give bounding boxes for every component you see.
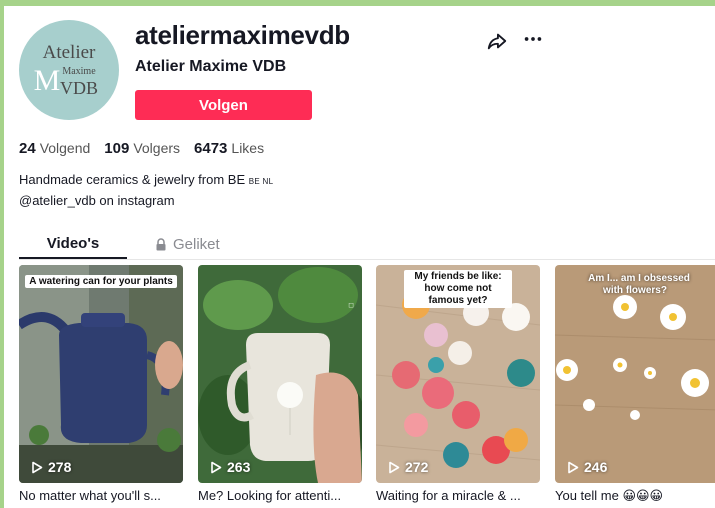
video-thumbnail-4[interactable]: Am I... am I obsessed with flowers? 246 xyxy=(555,265,715,483)
video-4-image xyxy=(555,265,715,483)
bio: Handmade ceramics & jewelry from BE BE N… xyxy=(19,170,273,210)
more-icon[interactable] xyxy=(522,28,544,50)
video-1-overlay: A watering can for your plants xyxy=(19,275,183,288)
avatar-text-vdb: VDB xyxy=(60,78,98,98)
video-thumbnail-1[interactable]: A watering can for your plants 278 xyxy=(19,265,183,483)
video-2-image xyxy=(198,265,362,483)
follow-button[interactable]: Volgen xyxy=(135,90,312,120)
avatar-text-atelier: Atelier xyxy=(43,42,96,63)
video-1-views: 278 xyxy=(31,459,71,475)
avatar-text-m: M xyxy=(34,64,61,97)
video-1-caption[interactable]: No matter what you'll s... xyxy=(19,488,187,503)
video-4-caption[interactable]: You tell me 😀😀😀 xyxy=(555,488,715,504)
following-count: 24 xyxy=(19,140,36,157)
tab-videos-label: Video's xyxy=(46,234,100,252)
likes-count: 6473 xyxy=(194,140,228,157)
video-2-caption[interactable]: Me? Looking for attenti... xyxy=(198,488,366,503)
profile-page: Atelier M Maxime VDB ateliermaximevdb At… xyxy=(4,6,715,508)
followers-stat[interactable]: 109 Volgers xyxy=(104,140,180,157)
bio-line1: Handmade ceramics & jewelry from BE xyxy=(19,172,246,187)
profile-tabs: Video's Geliket xyxy=(19,229,715,259)
play-icon xyxy=(568,461,579,473)
tab-videos[interactable]: Video's xyxy=(19,229,127,259)
username: ateliermaximevdb xyxy=(135,20,350,50)
following-stat[interactable]: 24 Volgend xyxy=(19,140,90,157)
video-3-overlay: My friends be like: how come not famous … xyxy=(376,270,540,308)
video-3-views: 272 xyxy=(388,459,428,475)
avatar-text-maxime: Maxime xyxy=(62,66,96,77)
share-icon[interactable] xyxy=(486,30,508,52)
lock-icon xyxy=(156,237,166,250)
video-1-image xyxy=(19,265,183,483)
video-2-watermark-icon: ◻ xyxy=(348,302,354,309)
likes-stat: 6473 Likes xyxy=(194,140,264,157)
nickname: Atelier Maxime VDB xyxy=(135,58,287,75)
tabs-divider xyxy=(19,259,715,260)
followers-label: Volgers xyxy=(133,140,181,156)
tab-liked[interactable]: Geliket xyxy=(155,229,220,259)
avatar[interactable]: Atelier M Maxime VDB xyxy=(19,20,119,120)
video-4-views: 246 xyxy=(567,459,607,475)
following-label: Volgend xyxy=(39,140,91,156)
profile-stats: 24 Volgend 109 Volgers 6473 Likes xyxy=(19,140,264,157)
video-3-caption[interactable]: Waiting for a miracle & ... xyxy=(376,488,544,503)
tab-liked-label: Geliket xyxy=(173,235,220,253)
play-icon xyxy=(389,461,400,473)
avatar-logo-icon: Atelier M Maxime VDB xyxy=(34,42,98,98)
video-thumbnail-3[interactable]: My friends be like: how come not famous … xyxy=(376,265,540,483)
play-icon xyxy=(32,461,43,473)
bio-line2: @atelier_vdb on instagram xyxy=(19,193,175,208)
likes-label: Likes xyxy=(231,140,265,156)
bio-flags: BE NL xyxy=(248,177,274,186)
video-2-views: 263 xyxy=(210,459,250,475)
video-4-overlay: Am I... am I obsessed with flowers? xyxy=(588,273,690,296)
followers-count: 109 xyxy=(104,140,130,157)
play-icon xyxy=(211,461,222,473)
video-thumbnail-2[interactable]: ◻ 263 xyxy=(198,265,362,483)
